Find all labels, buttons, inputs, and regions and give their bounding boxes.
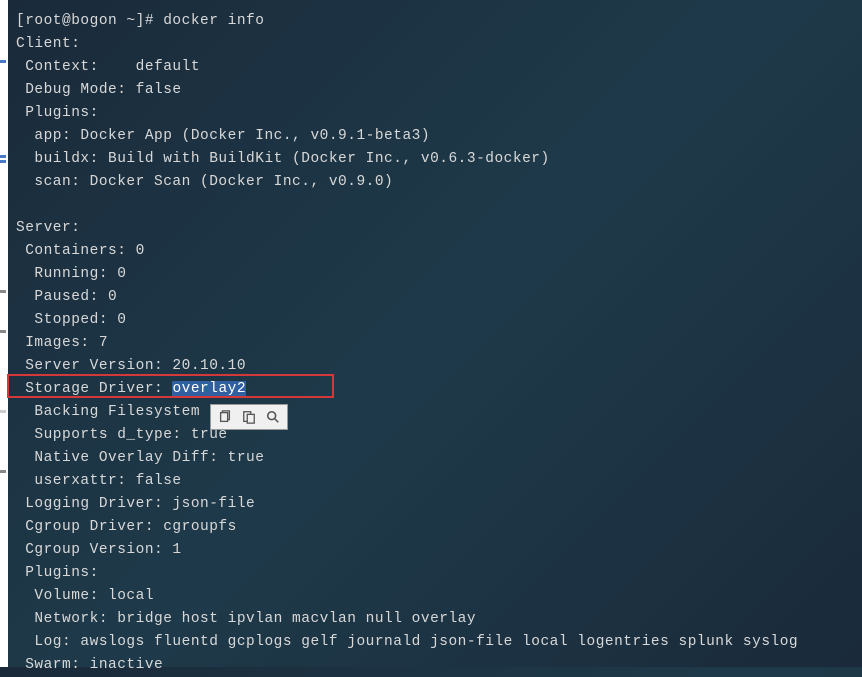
selection-toolbar <box>210 404 288 430</box>
storage-driver-value: overlay2 <box>172 381 246 397</box>
backing-filesystem: Backing Filesystem <box>16 401 862 424</box>
server-containers: Containers: 0 <box>16 240 862 263</box>
plugin-scan: scan: Docker Scan (Docker Inc., v0.9.0) <box>16 171 862 194</box>
native-overlay: Native Overlay Diff: true <box>16 447 862 470</box>
volume-plugin: Volume: local <box>16 585 862 608</box>
server-running: Running: 0 <box>16 263 862 286</box>
left-sidebar <box>0 0 8 667</box>
log-plugin: Log: awslogs fluentd gcplogs gelf journa… <box>16 631 862 654</box>
userxattr: userxattr: false <box>16 470 862 493</box>
network-plugin: Network: bridge host ipvlan macvlan null… <box>16 608 862 631</box>
cgroup-driver: Cgroup Driver: cgroupfs <box>16 516 862 539</box>
logging-driver: Logging Driver: json-file <box>16 493 862 516</box>
client-debug-mode: Debug Mode: false <box>16 79 862 102</box>
plugin-app: app: Docker App (Docker Inc., v0.9.1-bet… <box>16 125 862 148</box>
terminal-output: [root@bogon ~]# docker info Client: Cont… <box>16 10 862 677</box>
client-header: Client: <box>16 33 862 56</box>
server-version: Server Version: 20.10.10 <box>16 355 862 378</box>
storage-driver: Storage Driver: overlay2 <box>16 378 862 401</box>
plugin-buildx: buildx: Build with BuildKit (Docker Inc.… <box>16 148 862 171</box>
command-prompt: [root@bogon ~]# docker info <box>16 10 862 33</box>
server-plugins-header: Plugins: <box>16 562 862 585</box>
server-images: Images: 7 <box>16 332 862 355</box>
server-paused: Paused: 0 <box>16 286 862 309</box>
client-plugins-header: Plugins: <box>16 102 862 125</box>
server-stopped: Stopped: 0 <box>16 309 862 332</box>
server-header: Server: <box>16 217 862 240</box>
paste-icon[interactable] <box>241 409 257 425</box>
blank-line <box>16 194 862 217</box>
supports-dtype: Supports d_type: true <box>16 424 862 447</box>
copy-icon[interactable] <box>217 409 233 425</box>
cgroup-version: Cgroup Version: 1 <box>16 539 862 562</box>
client-context: Context: default <box>16 56 862 79</box>
search-icon[interactable] <box>265 409 281 425</box>
storage-driver-label: Storage Driver: <box>16 381 172 397</box>
swarm: Swarm: inactive <box>16 654 862 677</box>
